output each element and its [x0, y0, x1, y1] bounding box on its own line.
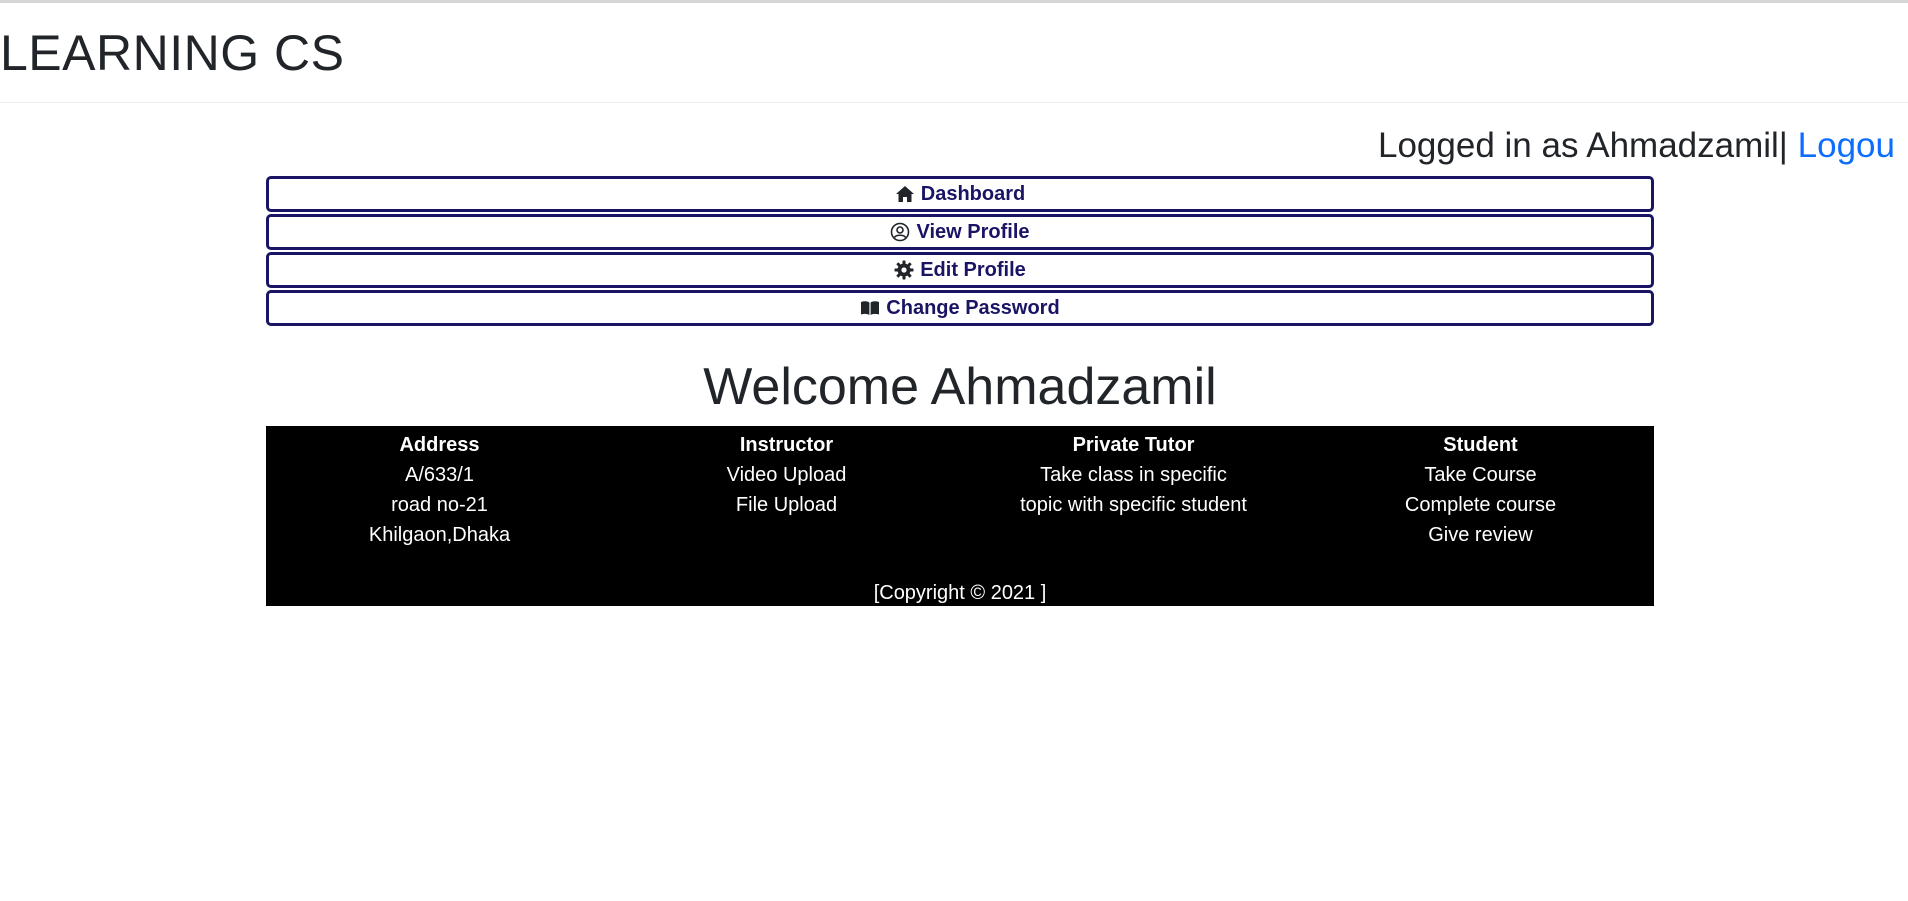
footer-columns: Address A/633/1 road no-21 Khilgaon,Dhak…: [266, 426, 1654, 550]
footer-line: File Upload: [735, 494, 838, 516]
login-status: Logged in as Ahmadzamil| Logou: [1378, 124, 1895, 168]
footer-heading: Student: [1443, 434, 1518, 456]
footer-line: Video Upload: [726, 464, 847, 486]
footer-column-address: Address A/633/1 road no-21 Khilgaon,Dhak…: [266, 430, 613, 550]
site-title: LEARNING CS: [0, 25, 345, 81]
profile-nav: Dashboard View Profile Edit Profile Chan…: [266, 176, 1654, 328]
site-header: LEARNING CS: [0, 3, 1908, 103]
footer-line: Khilgaon,Dhaka: [368, 524, 511, 546]
gear-icon: [894, 260, 914, 280]
footer-column-private-tutor: Private Tutor Take class in specific top…: [960, 430, 1307, 550]
edit-profile-button[interactable]: Edit Profile: [266, 252, 1654, 288]
footer-heading: Address: [399, 434, 480, 456]
footer-line: Complete course: [1404, 494, 1557, 516]
logout-link[interactable]: Logou: [1798, 126, 1895, 165]
footer-line: Give review: [1428, 524, 1533, 546]
footer-line: Take Course: [1424, 464, 1537, 486]
footer-heading: Private Tutor: [1072, 434, 1195, 456]
house-icon: [895, 184, 915, 204]
footer-line: A/633/1: [405, 464, 474, 486]
change-password-button[interactable]: Change Password: [266, 290, 1654, 326]
site-footer: Address A/633/1 road no-21 Khilgaon,Dhak…: [266, 426, 1654, 606]
view-profile-button[interactable]: View Profile: [266, 214, 1654, 250]
user-circle-icon: [890, 222, 910, 242]
view-profile-label: View Profile: [916, 220, 1030, 243]
book-icon: [860, 298, 880, 318]
welcome-heading: Welcome Ahmadzamil: [703, 358, 1217, 416]
edit-profile-label: Edit Profile: [920, 258, 1026, 281]
dashboard-label: Dashboard: [920, 182, 1026, 205]
footer-heading: Instructor: [739, 434, 834, 456]
footer-line: road no-21: [391, 494, 488, 516]
footer-column-student: Student Take Course Complete course Give…: [1307, 430, 1654, 550]
footer-column-instructor: Instructor Video Upload File Upload: [613, 430, 960, 550]
change-password-label: Change Password: [886, 296, 1060, 319]
footer-line: topic with specific student: [1020, 494, 1247, 516]
copyright-text: [Copyright © 2021 ]: [873, 582, 1047, 604]
footer-line: Take class in specific: [1040, 464, 1227, 486]
dashboard-button[interactable]: Dashboard: [266, 176, 1654, 212]
logged-in-text: Logged in as Ahmadzamil|: [1378, 126, 1788, 165]
